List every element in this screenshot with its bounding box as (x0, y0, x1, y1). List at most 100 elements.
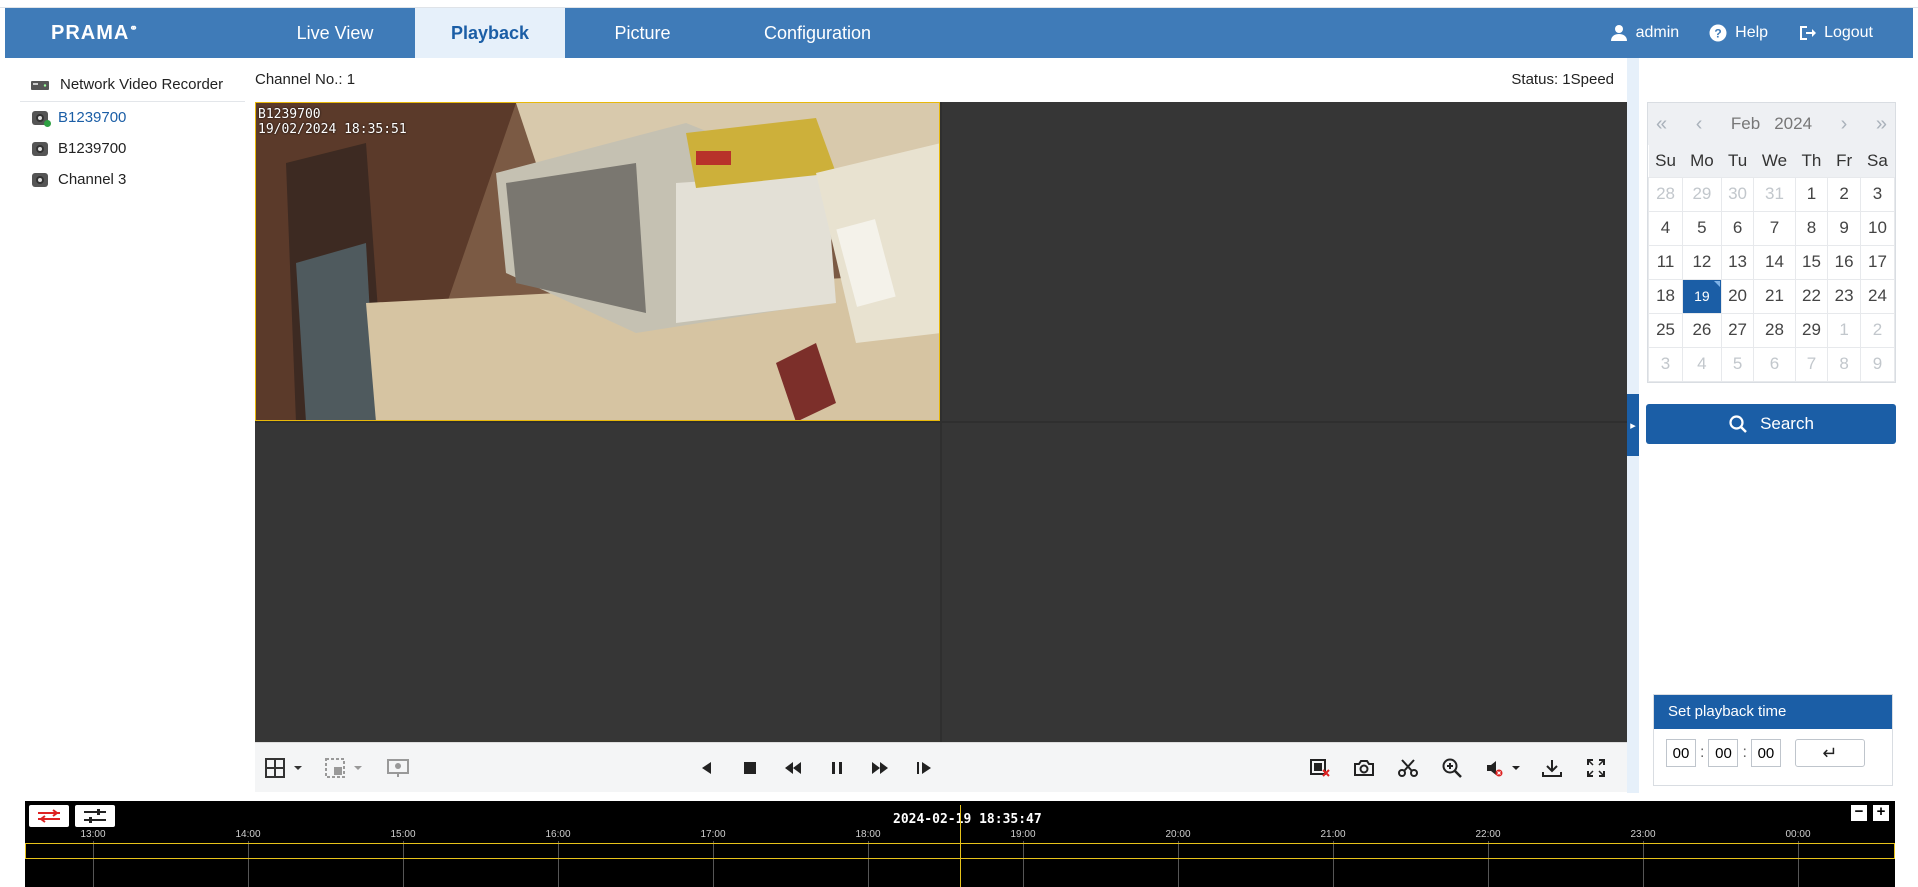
timeline-zoom-out-button[interactable]: − (1851, 804, 1867, 821)
calendar-day-other-month[interactable]: 9 (1859, 346, 1896, 382)
stop-button[interactable] (738, 757, 762, 779)
video-window-2[interactable] (942, 102, 1627, 421)
logout-link[interactable]: Logout (1798, 24, 1873, 42)
calendar-day[interactable]: 14 (1753, 244, 1796, 280)
calendar-day-other-month[interactable]: 30 (1720, 176, 1755, 212)
calendar-day[interactable]: 6 (1720, 210, 1755, 246)
calendar-day[interactable]: 23 (1827, 278, 1861, 314)
playback-timeline[interactable]: 2024-02-19 18:35:47 − + 13:00 14:00 15:0… (25, 801, 1895, 887)
calendar-day-other-month[interactable]: 2 (1859, 312, 1896, 348)
audio-button[interactable] (1485, 757, 1525, 779)
device-tree: Network Video Recorder B1239700 B1239700… (20, 68, 245, 195)
user-menu: admin ? Help Logout (1610, 8, 1873, 58)
calendar-day[interactable]: 15 (1794, 244, 1829, 280)
calendar-day-other-month[interactable]: 4 (1682, 346, 1722, 382)
video-window-1[interactable]: B1239700 19/02/2024 18:35:51 (255, 102, 940, 421)
calendar-day[interactable]: 27 (1720, 312, 1755, 348)
go-to-time-button[interactable]: ↵ (1794, 739, 1865, 767)
calendar-day[interactable]: 3 (1859, 176, 1896, 212)
calendar-year[interactable]: 2024 (1774, 114, 1812, 134)
calendar-day[interactable]: 28 (1753, 312, 1796, 348)
timeline-zoom-in-button[interactable]: + (1873, 804, 1889, 821)
calendar-day[interactable]: 2 (1827, 176, 1861, 212)
calendar-day[interactable]: 25 (1647, 312, 1684, 348)
calendar-day-other-month[interactable]: 6 (1753, 346, 1796, 382)
calendar-day-other-month[interactable]: 28 (1647, 176, 1684, 212)
calendar-day[interactable]: 21 (1753, 278, 1796, 314)
tab-playback[interactable]: Playback (415, 8, 565, 58)
calendar-day[interactable]: 1 (1794, 176, 1829, 212)
hour-input[interactable] (1666, 739, 1696, 767)
calendar-day[interactable]: 11 (1647, 244, 1684, 280)
calendar-day[interactable]: 7 (1753, 210, 1796, 246)
timeline-settings-button[interactable] (75, 805, 115, 827)
calendar-day[interactable]: 22 (1794, 278, 1829, 314)
calendar-day-other-month[interactable]: 7 (1794, 346, 1829, 382)
calendar-day[interactable]: 24 (1859, 278, 1896, 314)
pause-button[interactable] (825, 757, 849, 779)
timeline-current-time: 2024-02-19 18:35:47 (893, 812, 1042, 827)
next-month-icon[interactable]: › (1841, 113, 1848, 136)
tree-item-channel-1[interactable]: B1239700 (20, 102, 245, 133)
calendar-month[interactable]: Feb (1731, 114, 1760, 134)
tree-item-channel-3[interactable]: Channel 3 (20, 164, 245, 195)
calendar-day[interactable]: 4 (1647, 210, 1684, 246)
second-input[interactable] (1750, 739, 1781, 767)
collapse-panel-handle[interactable]: ▸ (1627, 394, 1639, 456)
user-account-link[interactable]: admin (1610, 24, 1679, 42)
hour-label: 13:00 (80, 829, 106, 840)
fullscreen-button[interactable] (1583, 757, 1609, 779)
calendar-day[interactable]: 12 (1682, 244, 1722, 280)
window-layout-button[interactable] (265, 757, 309, 779)
tree-item-channel-2[interactable]: B1239700 (20, 133, 245, 164)
single-frame-button[interactable] (912, 757, 936, 779)
slow-forward-button[interactable] (780, 757, 806, 779)
window-division-button[interactable] (325, 757, 369, 779)
capture-button[interactable] (1351, 757, 1377, 779)
calendar-day[interactable]: 10 (1859, 210, 1896, 246)
minute-input[interactable] (1708, 739, 1739, 767)
video-window-3[interactable] (255, 423, 940, 742)
reverse-play-button[interactable] (695, 757, 719, 779)
prev-month-icon[interactable]: ‹ (1696, 113, 1703, 136)
calendar-day[interactable]: 9 (1827, 210, 1861, 246)
tab-configuration[interactable]: Configuration (720, 8, 915, 58)
calendar-day-other-month[interactable]: 3 (1647, 346, 1684, 382)
search-button[interactable]: Search (1646, 404, 1896, 444)
playback-status-label: Status: 1Speed (1511, 71, 1614, 88)
calendar-day[interactable]: 5 (1682, 210, 1722, 246)
calendar-day[interactable]: 13 (1720, 244, 1755, 280)
tab-live-view[interactable]: Live View (255, 8, 415, 58)
camera-frame-image (256, 103, 939, 420)
calendar-day[interactable]: 17 (1859, 244, 1896, 280)
download-button[interactable] (1539, 757, 1565, 779)
calendar-day-other-month[interactable]: 5 (1720, 346, 1755, 382)
clip-button[interactable] (1395, 757, 1421, 779)
help-link[interactable]: ? Help (1709, 24, 1768, 42)
tree-root-nvr[interactable]: Network Video Recorder (20, 68, 245, 102)
stop-all-button[interactable] (1307, 757, 1333, 779)
calendar-day[interactable]: 26 (1682, 312, 1722, 348)
sync-playback-button[interactable] (385, 757, 411, 779)
digital-zoom-button[interactable] (1439, 757, 1465, 779)
calendar-day-other-month[interactable]: 1 (1827, 312, 1861, 348)
prev-year-icon[interactable]: « (1656, 113, 1667, 136)
next-year-icon[interactable]: » (1876, 113, 1887, 136)
weekday-row: Su Mo Tu We Th Fr Sa (1648, 145, 1895, 177)
calendar-day[interactable]: 8 (1794, 210, 1829, 246)
calendar-day[interactable]: 18 (1647, 278, 1684, 314)
calendar-day[interactable]: 20 (1720, 278, 1755, 314)
hour-label: 19:00 (1010, 829, 1036, 840)
calendar-day[interactable]: 16 (1827, 244, 1861, 280)
calendar-day-other-month[interactable]: 31 (1753, 176, 1796, 212)
calendar-day-other-month[interactable]: 8 (1827, 346, 1861, 382)
calendar-day[interactable]: 29 (1794, 312, 1829, 348)
record-type-filter-button[interactable] (29, 805, 69, 827)
calendar-title: Feb 2024 (1731, 114, 1812, 134)
tab-picture[interactable]: Picture (565, 8, 720, 58)
calendar-day-other-month[interactable]: 29 (1682, 176, 1722, 212)
video-window-4[interactable] (942, 423, 1627, 742)
timeline-playhead[interactable] (960, 805, 961, 887)
fast-forward-button[interactable] (867, 757, 893, 779)
calendar-day-selected[interactable]: 19 (1682, 278, 1722, 314)
